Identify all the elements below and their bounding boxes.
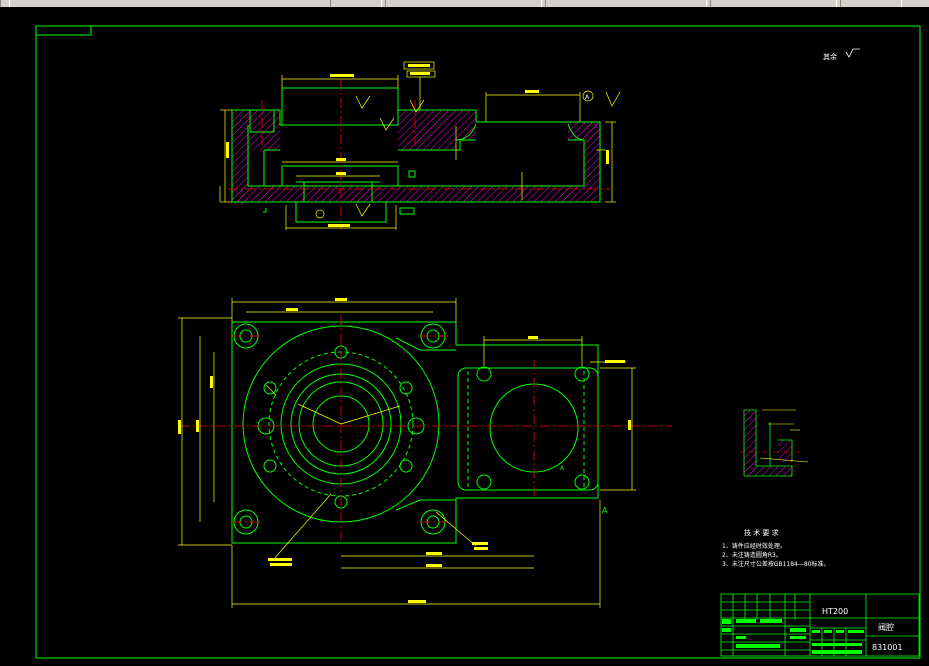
surface-roughness-note: 其余 — [823, 48, 860, 61]
technical-requirements: 技 术 要 求 1、铸件应经时效处理。 2、未注铸造圆角R3。 3、未注尺寸公差… — [722, 528, 830, 568]
tech-req-heading: 技 术 要 求 — [744, 528, 779, 537]
plan-view[interactable]: A A — [178, 298, 672, 608]
drawing-canvas[interactable]: 其余 A A A 技 术 要 求 1、铸件应经时效处理。 2、未注铸造圆角R3。… — [0, 7, 929, 662]
linetype-dropdown[interactable] — [545, 0, 707, 7]
section-centerlines — [228, 80, 610, 230]
tech-req-item-1: 1、铸件应经时效处理。 — [722, 542, 786, 550]
title-block[interactable]: HT200 阀腔 831001 — [720, 593, 920, 657]
plan-dim-text — [178, 298, 631, 603]
toolbar-icon-a[interactable] — [0, 0, 10, 7]
toolbar-icon-group[interactable] — [330, 0, 382, 7]
tech-req-item-2: 2、未注铸造圆角R3。 — [722, 551, 782, 559]
application-toolbar — [0, 0, 929, 7]
title-block-material: HT200 — [822, 607, 848, 616]
section-hatch — [232, 110, 600, 205]
detail-view[interactable] — [740, 409, 809, 477]
title-block-drawing-number: 831001 — [872, 643, 903, 652]
plotstyle-dropdown[interactable] — [840, 0, 902, 7]
section-marker-label: A — [585, 94, 590, 101]
view-marker-small: A — [560, 465, 565, 472]
lineweight-dropdown[interactable] — [710, 0, 837, 7]
tech-req-item-3: 3、未注尺寸公差按GB1184—80标准。 — [722, 560, 830, 568]
section-outline — [231, 87, 601, 223]
view-marker-label: A — [602, 506, 608, 515]
surface-note-text: 其余 — [823, 52, 837, 61]
plan-outline — [231, 321, 599, 544]
layer-dropdown[interactable] — [385, 0, 542, 7]
section-view[interactable]: A — [219, 61, 621, 230]
title-block-part-name: 阀腔 — [878, 622, 894, 632]
